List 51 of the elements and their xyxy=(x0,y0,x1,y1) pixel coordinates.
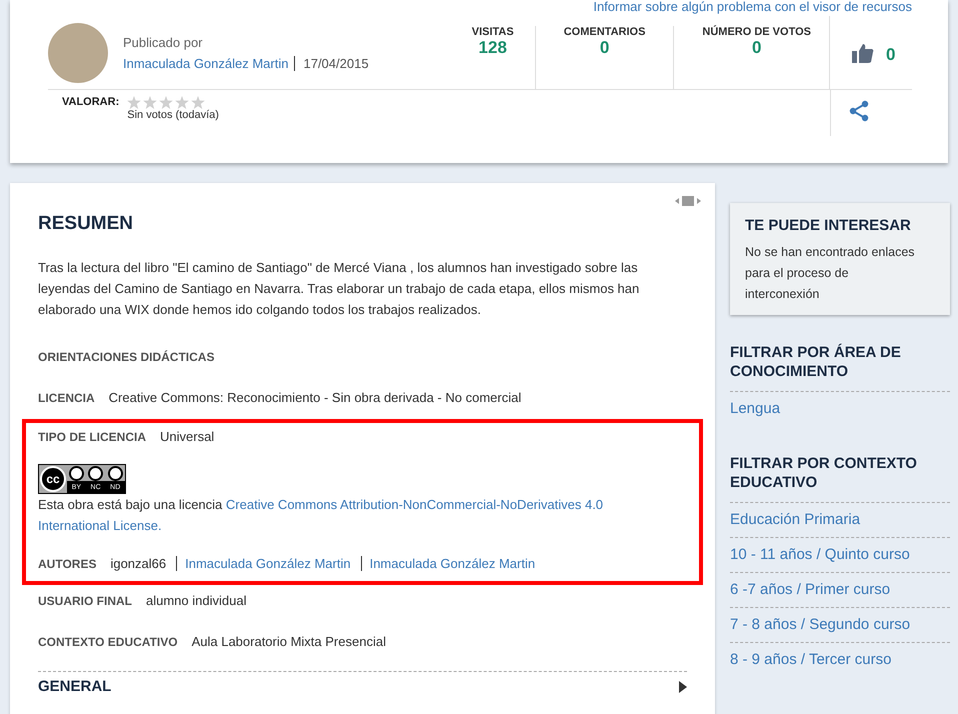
author-link[interactable]: Inmaculada González Martin xyxy=(360,556,540,571)
no-votes-note: Sin votos (todavía) xyxy=(127,109,219,121)
panel-title: TE PUEDE INTERESAR xyxy=(745,217,912,234)
stat-value: 128 xyxy=(478,38,507,58)
license-link[interactable]: International License. xyxy=(38,518,162,533)
stat-value: 0 xyxy=(600,38,610,58)
stat-label: NÚMERO DE VOTOS xyxy=(702,26,811,38)
filter-link[interactable]: 8 - 9 años / Tercer curso xyxy=(730,643,950,677)
like-count: 0 xyxy=(886,44,896,64)
field-label: USUARIO FINAL xyxy=(38,594,132,608)
filter-link[interactable]: Educación Primaria xyxy=(730,503,950,538)
publisher-link[interactable]: Inmaculada González Martin xyxy=(123,56,288,70)
thumbs-up-icon[interactable] xyxy=(852,42,874,62)
stat-label: COMENTARIOS xyxy=(564,26,646,38)
author-link[interactable]: Inmaculada González Martin xyxy=(176,556,355,571)
filter-link[interactable]: 10 - 11 años / Quinto curso xyxy=(730,538,950,573)
filter-title: FILTRAR POR ÁREA DE CONOCIMIENTO xyxy=(730,343,950,392)
summary-text: Tras la lectura del libro "El camino de Santiago" de Mercé Viana , los alumnos han investigado sobre las leyendas del Camino de Santiago en Navarra. Tras elaborar un trabajo de cada etapa, ellos mismos han elaborado una WIX donde hemos ido colgando todos los trabajos realizados. xyxy=(38,259,640,319)
field-label: TIPO DE LICENCIA xyxy=(38,430,146,444)
field-label: CONTEXTO EDUCATIVO xyxy=(38,635,178,649)
field-value: Creative Commons: Reconocimiento - Sin obra derivada - No comercial xyxy=(108,390,522,405)
filter-link[interactable]: 6 -7 años / Primer curso xyxy=(730,573,950,608)
star-icon[interactable] xyxy=(127,96,142,109)
filter-title: FILTRAR POR CONTEXTO EDUCATIVO xyxy=(730,454,950,503)
caret-icon[interactable] xyxy=(679,680,687,692)
rating-label: VALORAR: xyxy=(62,96,120,110)
stat-value: 0 xyxy=(752,38,762,58)
share-icon[interactable] xyxy=(849,100,869,122)
field-value: Aula Laboratorio Mixta Presencial xyxy=(192,634,386,649)
published-by-label: Publicado por xyxy=(123,34,204,52)
star-icon[interactable] xyxy=(159,96,174,109)
field-label: LICENCIA xyxy=(38,391,95,405)
author-name: igonzal66 xyxy=(110,556,168,571)
stat-label: VISITAS xyxy=(472,26,514,38)
filter-link[interactable]: Lengua xyxy=(730,392,950,426)
section-title[interactable]: GENERAL xyxy=(38,678,112,695)
star-icon[interactable] xyxy=(143,96,158,109)
license-note: Esta obra está bajo una licencia xyxy=(38,497,224,512)
field-label: AUTORES xyxy=(38,557,96,571)
field-value: Universal xyxy=(160,429,214,444)
panel-text: No se han encontrado enlaces para el proceso de interconexión xyxy=(745,244,916,303)
field-value: alumno individual xyxy=(146,593,246,608)
field-label: ORIENTACIONES DIDÁCTICAS xyxy=(38,350,214,364)
expand-icon[interactable] xyxy=(675,195,701,207)
star-icon[interactable] xyxy=(191,96,206,109)
publish-date: 17/04/2015 xyxy=(294,56,369,70)
filter-link[interactable]: 7 - 8 años / Segundo curso xyxy=(730,608,950,643)
star-icon[interactable] xyxy=(175,96,190,109)
summary-title: RESUMEN xyxy=(38,213,134,235)
report-problem-link[interactable]: Informar sobre algún problema con el visor de recursos xyxy=(593,0,912,16)
license-link[interactable]: Creative Commons Attribution-NonCommercial-NoDerivatives 4.0 xyxy=(226,497,604,512)
